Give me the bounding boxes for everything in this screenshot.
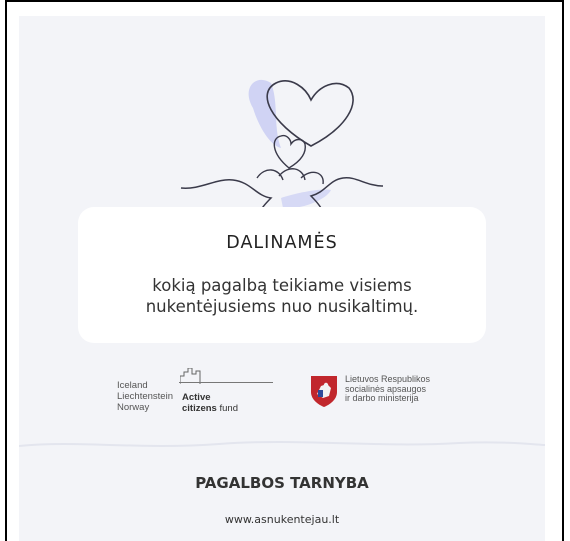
decorative-wave: [19, 441, 545, 447]
frame-top-border: [0, 0, 570, 2]
country-norway: Norway: [117, 402, 150, 413]
headline: DALINAMĖS: [226, 233, 338, 253]
poster: DALINAMĖS kokią pagalbą teikiame visiems…: [19, 16, 545, 541]
subline-line-2: nukentėjusiems nuo nusikaltimų.: [145, 297, 419, 316]
organization-name: PAGALBOS TARNYBA: [195, 474, 369, 492]
fund-word-citizens: citizens: [182, 403, 217, 414]
website-link[interactable]: www.asnukentejau.lt: [19, 513, 545, 526]
frame-left-border: [0, 0, 7, 541]
subline: kokią pagalbą teikiame visiems nukentėju…: [78, 275, 486, 317]
fund-word-active: Active: [182, 392, 211, 403]
ministry-line-3: ir darbo ministerija: [345, 393, 419, 403]
eea-countries: Iceland Liechtenstein Norway: [117, 380, 173, 413]
message-card: DALINAMĖS kokią pagalbą teikiame visiems…: [78, 207, 486, 343]
fund-word-fund: fund: [219, 403, 239, 414]
active-citizens-fund: Active citizens fund: [182, 392, 238, 414]
eea-grants-logo: Iceland Liechtenstein Norway Active citi…: [117, 368, 273, 418]
ministry-name: Lietuvos Respublikos socialinės apsaugos…: [345, 374, 430, 404]
palm-highlight: [281, 189, 331, 209]
eea-divider-line: [179, 382, 273, 383]
subline-line-1: kokią pagalbą teikiame visiems: [152, 276, 412, 295]
country-iceland: Iceland: [117, 380, 148, 391]
country-liechtenstein: Liechtenstein: [117, 391, 173, 402]
frame-right-border: [562, 0, 570, 541]
ministry-logo: Lietuvos Respublikos socialinės apsaugos…: [309, 374, 469, 414]
fingers-line: [256, 168, 324, 185]
coat-of-arms-icon: [311, 376, 337, 407]
